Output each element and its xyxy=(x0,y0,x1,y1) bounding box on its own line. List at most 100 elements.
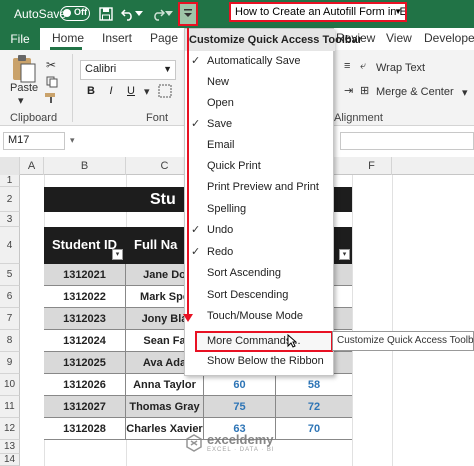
tab-file[interactable]: File xyxy=(0,28,40,50)
row-header[interactable]: 7 xyxy=(0,308,20,330)
menu-item-save[interactable]: ✓ Save xyxy=(185,114,335,135)
tab-page-layout[interactable]: Page xyxy=(150,31,178,45)
menu-item-more-commands[interactable]: More Commands... xyxy=(195,331,333,352)
menu-item-email[interactable]: Email xyxy=(185,135,335,156)
chevron-down-icon: ▼ xyxy=(394,7,402,16)
name-box-dropdown-icon[interactable]: ▾ xyxy=(70,135,75,146)
undo-dropdown-icon[interactable] xyxy=(134,4,144,24)
student-id-cell: 1312024 xyxy=(44,330,126,352)
chevron-down-icon: ▼ xyxy=(163,64,172,74)
name-box-value: M17 xyxy=(8,134,30,146)
document-title[interactable]: How to Create an Autofill Form in Excel … xyxy=(229,2,407,22)
student-id-cell: 1312028 xyxy=(44,418,126,440)
table-row[interactable]: 1312026 Anna Taylor 60 58 xyxy=(44,374,352,396)
row-header[interactable]: 8 xyxy=(0,330,20,352)
menu-item-print-preview[interactable]: Print Preview and Print xyxy=(185,177,335,198)
row-header[interactable]: 9 xyxy=(0,352,20,374)
formula-input[interactable] xyxy=(340,132,474,150)
row-header[interactable]: 12 xyxy=(0,418,20,440)
full-name-cell: Thomas Gray xyxy=(126,396,204,418)
student-id-cell: 1312023 xyxy=(44,308,126,330)
menu-item-automatically-save[interactable]: ✓ Automatically Save xyxy=(185,51,335,72)
menu-item-show-below-ribbon[interactable]: Show Below the Ribbon xyxy=(185,351,335,372)
row-header[interactable]: 4 xyxy=(0,227,20,264)
row-header[interactable]: 6 xyxy=(0,286,20,308)
copy-icon[interactable] xyxy=(46,76,58,91)
menu-item-label: Email xyxy=(207,139,235,151)
check-icon: ✓ xyxy=(191,224,201,236)
menu-item-undo[interactable]: ✓ Undo xyxy=(185,220,335,241)
tab-developer[interactable]: Developer xyxy=(424,31,474,45)
menu-item-new[interactable]: New xyxy=(185,72,335,93)
merge-dropdown-icon[interactable]: ▾ xyxy=(462,86,468,99)
menu-item-label: Automatically Save xyxy=(207,55,301,67)
wrap-text-button[interactable]: Wrap Text xyxy=(376,62,425,74)
filter-dropdown-icon[interactable]: ▾ xyxy=(112,249,123,260)
borders-icon[interactable] xyxy=(158,84,172,101)
row-header[interactable]: 3 xyxy=(0,212,20,227)
column-header-b[interactable]: B xyxy=(44,157,126,175)
full-name-cell: Anna Taylor xyxy=(126,374,204,396)
row-header[interactable]: 2 xyxy=(0,187,20,212)
ribbon-separator xyxy=(72,54,73,122)
customize-qat-button[interactable] xyxy=(178,2,198,26)
menu-item-sort-descending[interactable]: Sort Descending xyxy=(185,285,335,306)
menu-item-label: Quick Print xyxy=(207,160,261,172)
row-header[interactable]: 5 xyxy=(0,264,20,286)
save-icon[interactable] xyxy=(96,4,116,24)
row-header[interactable]: 13 xyxy=(0,440,20,454)
menu-item-touch-mouse-mode[interactable]: Touch/Mouse Mode xyxy=(185,306,335,327)
italic-button[interactable]: I xyxy=(104,85,118,99)
paste-dropdown-icon[interactable]: ▾ xyxy=(18,94,24,107)
annotation-arrow-head xyxy=(183,314,193,322)
column-header-f[interactable]: F xyxy=(352,157,392,175)
tab-view[interactable]: View xyxy=(386,31,412,45)
menu-item-label: Redo xyxy=(207,246,234,258)
grid-line xyxy=(392,175,393,466)
indent-icon[interactable]: ⇥ xyxy=(344,84,353,97)
cut-icon[interactable]: ✂ xyxy=(46,58,56,72)
row-header[interactable]: 1 xyxy=(0,175,20,187)
header-student-id: Student ID xyxy=(52,237,117,252)
score-cell: 72 xyxy=(307,401,321,413)
name-box[interactable]: M17 xyxy=(3,132,65,150)
watermark-tagline: EXCEL · DATA · BI xyxy=(207,447,275,453)
student-id-cell: 1312026 xyxy=(44,374,126,396)
tab-home[interactable]: Home xyxy=(52,31,84,45)
filter-dropdown-icon[interactable]: ▾ xyxy=(339,249,350,260)
table-row[interactable]: 1312027 Thomas Gray 75 72 xyxy=(44,396,352,418)
menu-item-label: Open xyxy=(207,97,234,109)
menu-item-quick-print[interactable]: Quick Print xyxy=(185,156,335,177)
font-name-select[interactable]: Calibri ▼ xyxy=(80,60,176,80)
autosave-toggle[interactable]: Off xyxy=(60,6,90,21)
menu-item-label: Save xyxy=(207,118,233,130)
redo-dropdown-icon[interactable] xyxy=(164,4,174,24)
watermark-name: exceldemy xyxy=(207,432,274,447)
row-header[interactable]: 11 xyxy=(0,396,20,418)
menu-title: Customize Quick Access Toolbar xyxy=(185,29,362,51)
align-icon[interactable]: ≡ xyxy=(344,60,350,72)
tab-insert[interactable]: Insert xyxy=(102,31,132,45)
menu-item-label: Sort Descending xyxy=(207,289,289,301)
student-id-cell: 1312025 xyxy=(44,352,126,374)
underline-dropdown-icon[interactable]: ▾ xyxy=(144,85,150,98)
header-full-name: Full Na xyxy=(134,237,178,252)
menu-item-sort-ascending[interactable]: Sort Ascending xyxy=(185,263,335,284)
menu-item-open[interactable]: Open xyxy=(185,93,335,114)
bold-button[interactable]: B xyxy=(84,85,98,99)
underline-button[interactable]: U xyxy=(124,85,138,99)
autosave-label: AutoSave xyxy=(14,7,67,21)
row-header[interactable]: 14 xyxy=(0,454,20,466)
row-header[interactable]: 10 xyxy=(0,374,20,396)
column-header-a[interactable]: A xyxy=(20,157,44,175)
wrap-text-icon: ⤶ xyxy=(360,60,367,72)
merge-center-button[interactable]: Merge & Center xyxy=(376,86,454,98)
menu-item-spelling[interactable]: Spelling xyxy=(185,199,335,220)
select-all-corner[interactable] xyxy=(0,157,20,175)
student-id-cell: 1312022 xyxy=(44,286,126,308)
paste-label: Paste xyxy=(10,82,39,94)
menu-item-label: Touch/Mouse Mode xyxy=(207,310,303,322)
format-painter-icon[interactable] xyxy=(44,92,58,107)
menu-item-redo[interactable]: ✓ Redo xyxy=(185,242,335,263)
annotation-arrow-line xyxy=(187,28,189,318)
